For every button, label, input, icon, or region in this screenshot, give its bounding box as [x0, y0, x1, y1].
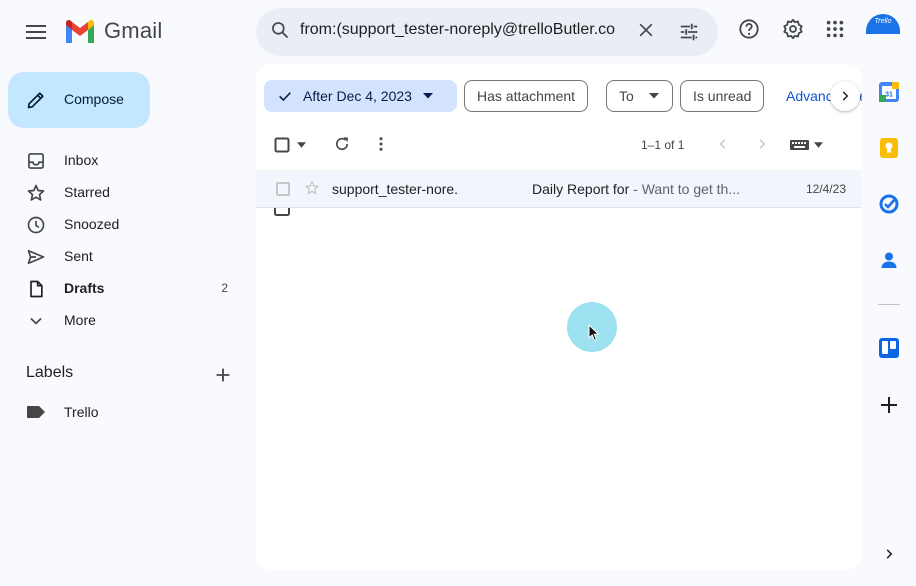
- gmail-logo[interactable]: Gmail: [64, 18, 162, 44]
- calendar-icon[interactable]: 31: [878, 81, 900, 103]
- chip-label: To: [619, 88, 634, 104]
- chip-label: Is unread: [693, 88, 752, 104]
- message-list-panel: After Dec 4, 2023 Has attachment To Is u…: [256, 64, 862, 570]
- dropdown-arrow-icon: [648, 93, 659, 99]
- chip-after-date[interactable]: After Dec 4, 2023: [264, 80, 457, 112]
- sidebar-item-drafts[interactable]: Drafts 2: [0, 272, 248, 304]
- sidebar-item-label: Snoozed: [64, 216, 120, 232]
- sidebar-item-label: Sent: [64, 248, 93, 264]
- clock-icon: [27, 216, 45, 234]
- gmail-m-icon: [66, 19, 94, 43]
- sidebar-item-starred[interactable]: Starred: [0, 176, 248, 208]
- chips-scroll-right-button[interactable]: [830, 81, 860, 111]
- keep-notes-icon[interactable]: [878, 137, 900, 159]
- search-chips: After Dec 4, 2023 Has attachment To Is u…: [264, 80, 862, 112]
- hamburger-menu-icon: [26, 25, 46, 39]
- sidebar-item-label: Drafts: [64, 280, 105, 296]
- star-icon[interactable]: [304, 180, 320, 196]
- chip-has-attachment[interactable]: Has attachment: [464, 80, 589, 112]
- app-name: Gmail: [104, 18, 163, 43]
- search-options-icon[interactable]: [678, 21, 700, 43]
- sidebar-item-inbox[interactable]: Inbox: [0, 144, 248, 176]
- side-panel-divider: [878, 304, 900, 305]
- chip-is-unread[interactable]: Is unread: [680, 80, 765, 112]
- checkmark-icon: [279, 92, 291, 102]
- top-bar: Gmail from:(support_tester-noreply@trell…: [0, 0, 916, 64]
- more-options-icon[interactable]: [372, 135, 390, 153]
- help-icon[interactable]: [738, 18, 760, 40]
- clear-search-icon[interactable]: [636, 20, 656, 40]
- sidebar-item-snoozed[interactable]: Snoozed: [0, 208, 248, 240]
- compose-label: Compose: [64, 91, 124, 107]
- chevron-down-icon: [30, 317, 42, 325]
- svg-text:31: 31: [885, 92, 893, 99]
- side-panel: 31: [862, 64, 916, 586]
- search-bar[interactable]: from:(support_tester-noreply@trelloButle…: [256, 8, 718, 56]
- send-icon: [27, 249, 45, 265]
- table-row[interactable]: support_tester-nore. Daily Report for - …: [256, 170, 862, 208]
- chip-label: Has attachment: [477, 88, 576, 104]
- sidebar-item-more[interactable]: More: [0, 304, 248, 336]
- refresh-icon[interactable]: [333, 135, 351, 153]
- expand-panel-chevron-icon[interactable]: [882, 547, 896, 561]
- star-icon: [27, 184, 45, 201]
- chevron-right-icon: [842, 91, 849, 101]
- settings-gear-icon[interactable]: [782, 18, 804, 40]
- older-page-icon[interactable]: [755, 137, 769, 151]
- chip-to[interactable]: To: [606, 80, 673, 112]
- contacts-icon[interactable]: [878, 249, 900, 271]
- sidebar-item-label: Inbox: [64, 152, 99, 168]
- label-icon: [27, 406, 45, 418]
- message-sender: support_tester-nore.: [332, 181, 459, 197]
- select-all-checkbox-icon[interactable]: [274, 137, 290, 153]
- draft-icon: [30, 280, 43, 298]
- account-avatar[interactable]: Trello: [866, 14, 900, 34]
- input-tools-arrow-icon[interactable]: [814, 142, 823, 148]
- sidebar-nav: Inbox Starred Snoozed Sent Drafts 2 More: [0, 144, 248, 336]
- compose-button[interactable]: Compose: [8, 72, 150, 128]
- message-date: 12/4/23: [805, 182, 846, 196]
- newer-page-icon[interactable]: [716, 137, 730, 151]
- row-checkbox[interactable]: [276, 182, 290, 196]
- input-tools-keyboard-icon[interactable]: [790, 138, 810, 152]
- inbox-icon: [28, 153, 44, 169]
- pencil-icon: [27, 92, 44, 109]
- message-snippet: - Want to get th...: [629, 181, 741, 197]
- sidebar-item-label: More: [64, 312, 96, 328]
- add-label-icon[interactable]: [212, 364, 234, 386]
- labels-heading: Labels: [26, 364, 74, 381]
- label-item-trello[interactable]: Trello: [0, 396, 248, 428]
- search-icon[interactable]: [270, 20, 290, 40]
- get-addons-plus-icon[interactable]: [878, 394, 900, 416]
- dropdown-arrow-icon: [422, 93, 433, 99]
- trello-icon[interactable]: [878, 337, 900, 359]
- pagination-text: 1–1 of 1: [641, 138, 685, 152]
- main-menu-button[interactable]: [20, 16, 52, 48]
- mouse-pointer-icon: [588, 324, 600, 342]
- label-name: Trello: [64, 404, 99, 420]
- search-input[interactable]: from:(support_tester-noreply@trelloButle…: [300, 21, 622, 39]
- sidebar-item-sent[interactable]: Sent: [0, 240, 248, 272]
- sidebar-item-label: Starred: [64, 184, 110, 200]
- drafts-count: 2: [221, 281, 228, 295]
- message-subject: Daily Report for: [532, 181, 630, 197]
- chip-label: After Dec 4, 2023: [303, 88, 412, 104]
- message-subject-line: Daily Report for - Want to get th...: [532, 181, 740, 197]
- tasks-icon[interactable]: [878, 193, 900, 215]
- select-menu-arrow-icon[interactable]: [297, 142, 306, 148]
- apps-grid-icon[interactable]: [824, 18, 846, 40]
